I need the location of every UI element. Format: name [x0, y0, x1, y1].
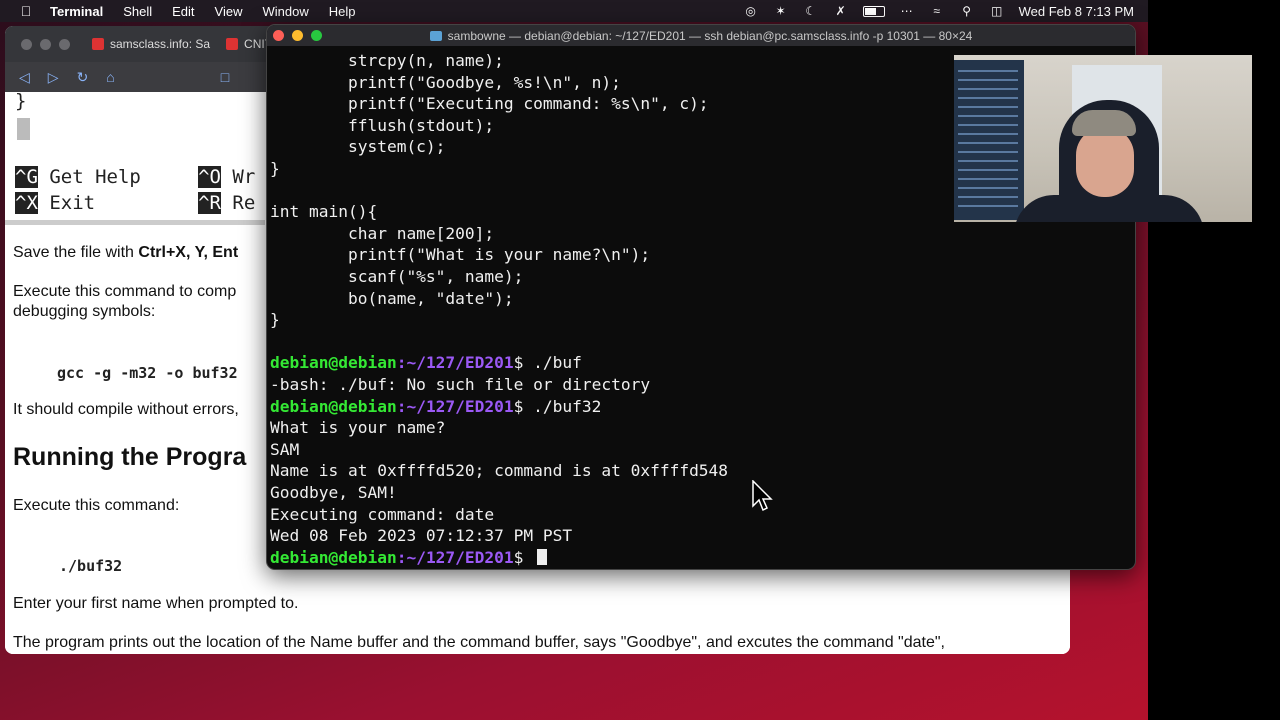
terminal-titlebar[interactable]: sambowne — debian@debian: ~/127/ED201 — … — [267, 25, 1135, 46]
webcam-person-face — [1076, 127, 1134, 197]
menu-app-terminal[interactable]: Terminal — [50, 4, 103, 19]
forward-icon[interactable]: ▷ — [48, 69, 59, 86]
terminal-prompt-line: debian@debian:~/127/ED201$ — [270, 547, 548, 568]
browser-minimize-button[interactable] — [40, 38, 51, 50]
favicon-icon — [92, 38, 104, 50]
section-heading: Running the Progra — [13, 443, 247, 471]
prompt-path: :~/127/ED201 — [396, 547, 514, 567]
webcam-person-cap — [1072, 110, 1136, 136]
nano-screenshot: } ^G Get Help ^O Wr ^X Exit ^R Re — [13, 90, 273, 220]
terminal-output-line: What is your name? — [270, 418, 446, 438]
prompt-user: debian@debian — [270, 547, 397, 567]
battery-icon[interactable] — [862, 5, 885, 17]
terminal-code-line: } — [270, 159, 280, 178]
prompt-symbol: $ — [513, 547, 524, 567]
terminal-output-line: SAM — [270, 439, 300, 459]
terminal-output-line: Wed 08 Feb 2023 07:12:37 PM PST — [270, 526, 573, 546]
menu-help[interactable]: Help — [329, 4, 356, 19]
nano-cursor — [17, 118, 30, 140]
back-icon[interactable]: ◁ — [19, 69, 30, 86]
nano-shortcut-row: ^G Get Help ^O Wr — [15, 166, 256, 188]
browser-tab-label: samsclass.info: Sa — [110, 37, 211, 51]
status-area: ◎ ✶ ☾ ✗ ⋯ ≈ ⚲ ◫ Wed Feb 8 7:13 PM — [743, 4, 1134, 19]
terminal-output-line: Name is at 0xffffd520; command is at 0xf… — [270, 461, 729, 481]
apple-icon[interactable]:  — [18, 3, 34, 19]
terminal-code-line: strcpy(n, name); — [270, 51, 504, 70]
terminal-code-line: } — [270, 310, 280, 330]
screen-share-icon[interactable]: ◎ — [743, 4, 759, 18]
bookmark-icon[interactable]: □ — [221, 69, 229, 85]
terminal-output-line: Goodbye, SAM! — [270, 483, 397, 502]
terminal-output-line: Executing command: date — [270, 504, 495, 524]
terminal-prompt-line: debian@debian:~/127/ED201$ ./buf — [270, 353, 582, 373]
save-instruction: Save the file with Ctrl+X, Y, Ent — [13, 244, 239, 261]
menu-view[interactable]: View — [215, 4, 243, 19]
prompt-user: debian@debian — [270, 396, 397, 416]
wifi-icon[interactable]: ≈ — [929, 4, 945, 18]
terminal-code-line: printf("Executing command: %s\n", c); — [270, 94, 709, 114]
prompt-symbol: $ — [513, 353, 524, 373]
folder-icon — [429, 30, 442, 41]
terminal-prompt-line: debian@debian:~/127/ED201$ ./buf32 — [270, 397, 601, 417]
terminal-command — [523, 548, 533, 567]
prompt-path: :~/127/ED201 — [396, 353, 514, 373]
terminal-code-line: scanf("%s", name); — [270, 267, 524, 286]
enter-name-instruction: Enter your first name when prompted to. — [13, 595, 299, 612]
terminal-command: ./buf32 — [523, 396, 602, 416]
webcam-overlay — [954, 55, 1252, 222]
mouse-pointer-icon — [752, 480, 773, 512]
browser-close-button[interactable] — [21, 38, 32, 50]
prompt-path: :~/127/ED201 — [396, 396, 514, 416]
control-center-icon[interactable]: ◫ — [989, 4, 1005, 18]
execute-instruction: Execute this command: — [13, 497, 180, 514]
terminal-code-line: char name[200]; — [270, 223, 495, 243]
terminal-code-line: system(c); — [270, 137, 446, 157]
program-description: The program prints out the location of t… — [13, 634, 945, 651]
compile-instruction: Execute this command to comp — [13, 283, 237, 300]
terminal-code-line: int main(){ — [270, 202, 378, 222]
reload-icon[interactable]: ↻ — [77, 69, 89, 86]
nano-brace: } — [15, 90, 27, 112]
menu-window[interactable]: Window — [263, 4, 309, 19]
home-icon[interactable]: ⌂ — [106, 69, 114, 85]
terminal-code-line: bo(name, "date"); — [270, 288, 514, 308]
prompt-user: debian@debian — [270, 353, 397, 373]
menubar-clock[interactable]: Wed Feb 8 7:13 PM — [1019, 4, 1134, 19]
search-icon[interactable]: ⚲ — [959, 4, 975, 18]
menu-shell[interactable]: Shell — [123, 4, 152, 19]
compile-instruction-cont: debugging symbols: — [13, 303, 156, 320]
terminal-command: ./buf — [523, 353, 582, 373]
compile-note: It should compile without errors, — [13, 401, 239, 418]
browser-tab[interactable]: samsclass.info: Sa — [84, 26, 218, 62]
gcc-command: gcc -g -m32 -o buf32 — [57, 364, 238, 382]
dots-icon[interactable]: ⋯ — [899, 4, 915, 18]
terminal-title-text: sambowne — debian@debian: ~/127/ED201 — … — [447, 28, 973, 43]
focus-moon-icon[interactable]: ☾ — [803, 4, 819, 18]
divider — [5, 220, 265, 225]
browser-zoom-button[interactable] — [59, 38, 70, 50]
browser-window-controls — [21, 38, 70, 50]
menubar:  Terminal Shell Edit View Window Help ◎… — [0, 0, 1148, 22]
terminal-code-line: printf("What is your name?\n"); — [270, 245, 651, 265]
webcam-background-monitor — [954, 60, 1024, 220]
terminal-output-line: -bash: ./buf: No such file or directory — [270, 375, 651, 394]
prompt-symbol: $ — [513, 396, 524, 416]
menu-edit[interactable]: Edit — [172, 4, 194, 19]
nano-shortcut-row: ^X Exit ^R Re — [15, 192, 256, 214]
favicon-icon — [226, 38, 239, 50]
bluetooth-icon[interactable]: ✶ — [773, 4, 789, 18]
terminal-code-line: fflush(stdout); — [270, 115, 495, 135]
terminal-cursor — [537, 548, 548, 565]
mute-icon[interactable]: ✗ — [833, 4, 849, 18]
run-command: ./buf32 — [59, 557, 123, 575]
terminal-code-line: printf("Goodbye, %s!\n", n); — [270, 72, 621, 92]
terminal-title: sambowne — debian@debian: ~/127/ED201 — … — [267, 29, 1135, 43]
